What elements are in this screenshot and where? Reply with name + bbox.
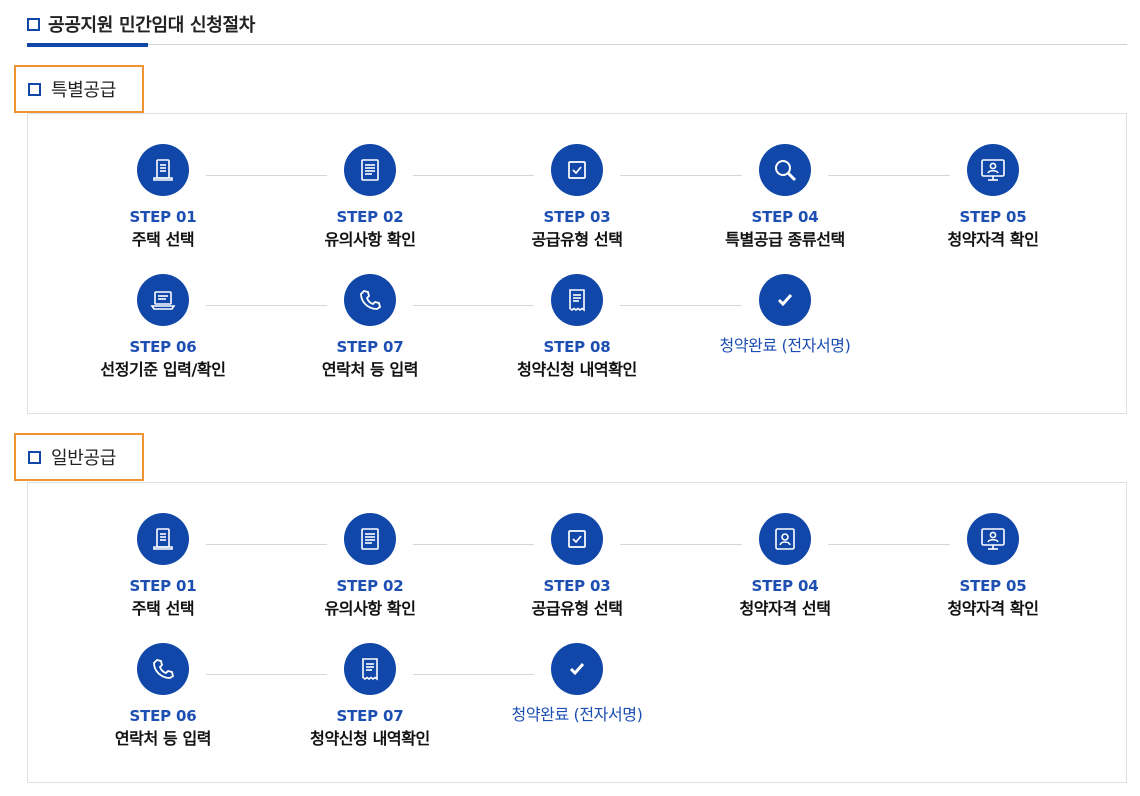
- step-item: STEP 02 유의사항 확인: [300, 144, 440, 250]
- document-icon: [137, 513, 189, 565]
- step-number: STEP 01: [129, 208, 197, 226]
- step-complete: 청약완료 (전자서명): [507, 643, 647, 725]
- step-number: STEP 01: [129, 577, 197, 595]
- step-number: STEP 02: [336, 208, 404, 226]
- search-icon: [759, 144, 811, 196]
- page-title-text: 공공지원 민간임대 신청절차: [48, 15, 256, 36]
- step-number: STEP 06: [129, 707, 197, 725]
- document-icon: [137, 144, 189, 196]
- phone-icon: [137, 643, 189, 695]
- step-label: 청약자격 확인: [947, 599, 1039, 618]
- step-item: STEP 06 선정기준 입력/확인: [93, 274, 233, 380]
- step-number: STEP 05: [959, 208, 1027, 226]
- title-divider: [27, 44, 1127, 45]
- step-label: 유의사항 확인: [324, 230, 416, 249]
- title-bullet-icon: [27, 17, 40, 31]
- step-number: STEP 03: [543, 577, 611, 595]
- checkmark-icon: [759, 274, 811, 326]
- receipt-icon: [344, 643, 396, 695]
- notice-icon: [344, 513, 396, 565]
- notice-icon: [344, 144, 396, 196]
- step-item: STEP 06 연락처 등 입력: [93, 643, 233, 749]
- checkmark-icon: [551, 643, 603, 695]
- step-label: 주택 선택: [131, 230, 195, 249]
- step-label: 유의사항 확인: [324, 599, 416, 618]
- general-supply-steps-panel: STEP 01 주택 선택 STEP 02 유의사항 확인 STEP 03 공급유형 선택…: [27, 482, 1127, 783]
- step-item: STEP 07 연락처 등 입력: [300, 274, 440, 380]
- step-label: 청약자격 확인: [947, 230, 1039, 249]
- step-item: STEP 03 공급유형 선택: [507, 144, 647, 250]
- receipt-icon: [551, 274, 603, 326]
- step-number: STEP 06: [129, 338, 197, 356]
- step-item: STEP 01 주택 선택: [93, 513, 233, 619]
- step-label: 청약신청 내역확인: [310, 729, 430, 748]
- step-number: STEP 07: [336, 707, 404, 725]
- section-heading-text: 특별공급: [51, 80, 117, 101]
- section-heading-text: 일반공급: [51, 448, 117, 469]
- section-bullet-icon: [28, 450, 41, 464]
- step-label: 청약자격 선택: [739, 599, 831, 618]
- step-label: 공급유형 선택: [531, 230, 623, 249]
- step-item: STEP 07 청약신청 내역확인: [300, 643, 440, 749]
- monitor-user-icon: [967, 144, 1019, 196]
- special-supply-steps-panel: STEP 01 주택 선택 STEP 02 유의사항 확인 STEP 03 공급유형 선택…: [27, 113, 1127, 414]
- step-item: STEP 04 특별공급 종류선택: [715, 144, 855, 250]
- laptop-icon: [137, 274, 189, 326]
- step-number: STEP 03: [543, 208, 611, 226]
- step-complete: 청약완료 (전자서명): [715, 274, 855, 356]
- step-item: STEP 01 주택 선택: [93, 144, 233, 250]
- step-item: STEP 02 유의사항 확인: [300, 513, 440, 619]
- title-accent-bar: [27, 43, 148, 47]
- section-heading-general: 일반공급: [14, 433, 144, 481]
- step-label: 연락처 등 입력: [114, 729, 212, 748]
- checkbox-icon: [551, 513, 603, 565]
- page-title: 공공지원 민간임대 신청절차: [27, 10, 255, 38]
- step-number: STEP 08: [543, 338, 611, 356]
- checkbox-icon: [551, 144, 603, 196]
- step-label: 공급유형 선택: [531, 599, 623, 618]
- step-label: 특별공급 종류선택: [725, 230, 845, 249]
- step-item: STEP 05 청약자격 확인: [923, 513, 1063, 619]
- user-card-icon: [759, 513, 811, 565]
- monitor-user-icon: [967, 513, 1019, 565]
- step-label: 연락처 등 입력: [321, 360, 419, 379]
- step-item: STEP 03 공급유형 선택: [507, 513, 647, 619]
- step-number: STEP 02: [336, 577, 404, 595]
- step-number: STEP 04: [751, 208, 819, 226]
- step-label: 주택 선택: [131, 599, 195, 618]
- step-item: STEP 08 청약신청 내역확인: [507, 274, 647, 380]
- step-number: STEP 04: [751, 577, 819, 595]
- phone-icon: [344, 274, 396, 326]
- step-label: 청약완료 (전자서명): [719, 336, 851, 355]
- step-number: STEP 07: [336, 338, 404, 356]
- step-label: 청약신청 내역확인: [517, 360, 637, 379]
- step-number: STEP 05: [959, 577, 1027, 595]
- step-item: STEP 04 청약자격 선택: [715, 513, 855, 619]
- section-bullet-icon: [28, 82, 41, 96]
- step-label: 선정기준 입력/확인: [100, 360, 226, 379]
- step-label: 청약완료 (전자서명): [511, 705, 643, 724]
- step-item: STEP 05 청약자격 확인: [923, 144, 1063, 250]
- section-heading-special: 특별공급: [14, 65, 144, 113]
